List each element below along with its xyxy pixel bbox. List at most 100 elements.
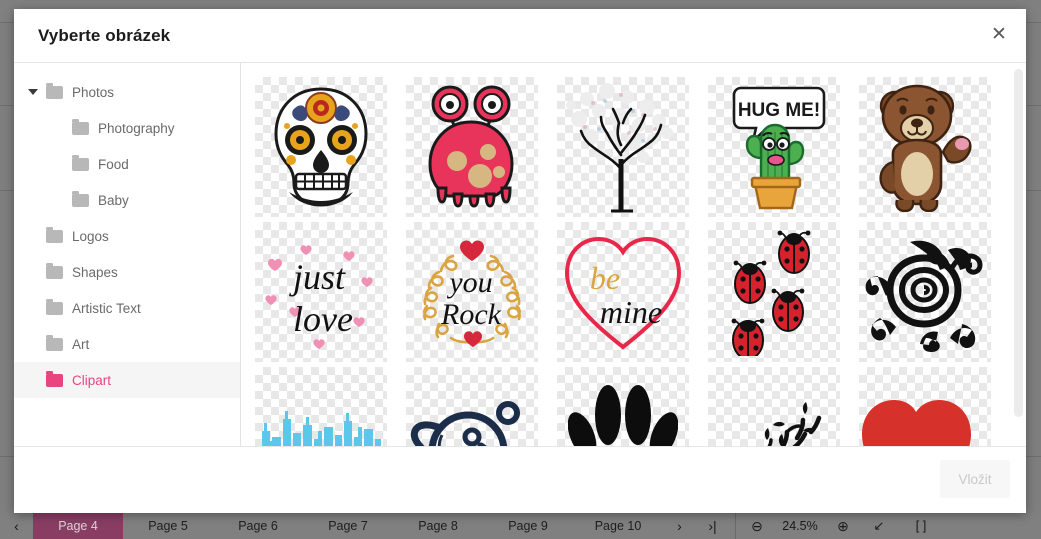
sidebar-item-label: Photos bbox=[72, 84, 115, 100]
fit-width-icon[interactable]: [ ] bbox=[900, 513, 942, 539]
sidebar-item-artistic-text[interactable]: Artistic Text bbox=[14, 290, 240, 326]
city-skyline-icon bbox=[262, 411, 381, 446]
twisty-placeholder bbox=[52, 193, 66, 207]
ladybug-3 bbox=[771, 288, 805, 332]
page-tab-page-8[interactable]: Page 8 bbox=[393, 513, 483, 539]
folder-icon bbox=[46, 226, 63, 243]
sidebar-item-label: Logos bbox=[72, 228, 109, 244]
twisty-placeholder bbox=[26, 301, 40, 315]
rock-caption: Rock bbox=[440, 298, 502, 331]
sugar-skull-icon bbox=[274, 87, 368, 207]
next-page-button[interactable]: › bbox=[663, 513, 696, 539]
status-bar: ‹ Page 4 Page 5 Page 6 Page 7 Page 8 Pag… bbox=[0, 513, 1041, 539]
sidebar-item-shapes[interactable]: Shapes bbox=[14, 254, 240, 290]
sidebar-item-logos[interactable]: Logos bbox=[14, 218, 240, 254]
just-love-lettering-icon: just love bbox=[265, 245, 373, 349]
sidebar-item-label: Baby bbox=[98, 192, 129, 208]
page-tab-page-6[interactable]: Page 6 bbox=[213, 513, 303, 539]
zoom-out-icon[interactable]: ⊖ bbox=[742, 513, 772, 539]
twisty-placeholder bbox=[26, 373, 40, 387]
ladybug-1 bbox=[777, 230, 811, 274]
be-mine-lettering-icon: be mine bbox=[564, 236, 682, 350]
sidebar-item-photography[interactable]: Photography bbox=[14, 110, 240, 146]
page-tab-page-7[interactable]: Page 7 bbox=[303, 513, 393, 539]
thumbnail-sugar-skull-clipart[interactable] bbox=[255, 77, 387, 217]
last-page-button[interactable]: ›| bbox=[696, 513, 729, 539]
red-monster-icon bbox=[428, 85, 514, 208]
zoom-level[interactable]: 24.5% bbox=[772, 513, 828, 539]
grid-scrollbar-thumb[interactable] bbox=[1014, 69, 1023, 417]
folder-icon bbox=[46, 82, 63, 99]
page-tab-page-9[interactable]: Page 9 bbox=[483, 513, 573, 539]
twisty-placeholder bbox=[26, 337, 40, 351]
ladybug-2 bbox=[733, 260, 767, 304]
sidebar-item-photos[interactable]: Photos bbox=[14, 74, 240, 110]
thumbnail-cat-on-branch-clipart[interactable] bbox=[708, 367, 840, 446]
cat-on-branch-icon bbox=[764, 402, 822, 446]
sidebar-item-clipart[interactable]: Clipart bbox=[14, 362, 240, 398]
sidebar-item-baby[interactable]: Baby bbox=[14, 182, 240, 218]
thumbnail-city-skyline-clipart[interactable] bbox=[255, 367, 387, 446]
you-caption: you bbox=[446, 266, 492, 299]
dialog-footer: Vložit bbox=[14, 446, 1026, 513]
thumbnail-pane: HUG ME! just love you Rock be mine bbox=[241, 63, 1026, 446]
page-tab-page-4[interactable]: Page 4 bbox=[33, 513, 123, 539]
blossom-tree-icon bbox=[566, 83, 673, 213]
thumbnail-red-monster-clipart[interactable] bbox=[406, 77, 538, 217]
thumbnail-red-hearts-clipart[interactable] bbox=[859, 367, 991, 446]
love-caption: love bbox=[293, 299, 353, 339]
tribal-turtle-icon bbox=[865, 240, 983, 352]
status-bar-divider bbox=[735, 513, 736, 539]
thumbnail-be-mine-lettering[interactable]: be mine bbox=[557, 222, 689, 362]
sidebar-item-label: Art bbox=[72, 336, 90, 352]
folder-icon bbox=[46, 262, 63, 279]
twisty-placeholder bbox=[26, 265, 40, 279]
grid-scrollbar[interactable] bbox=[1014, 69, 1023, 446]
sidebar-item-food[interactable]: Food bbox=[14, 146, 240, 182]
red-hearts-icon bbox=[862, 400, 971, 446]
folder-icon bbox=[46, 334, 63, 351]
folder-icon bbox=[46, 298, 63, 315]
thumbnail-planet-saturn-clipart[interactable] bbox=[406, 367, 538, 446]
waving-bear-icon bbox=[879, 84, 972, 212]
select-image-dialog: Vyberte obrázek ✕ Photos Photography Foo… bbox=[14, 9, 1026, 513]
you-rock-lettering-icon: you Rock bbox=[423, 240, 521, 347]
sidebar-item-label: Food bbox=[98, 156, 129, 172]
thumbnail-blossom-tree-clipart[interactable] bbox=[557, 77, 689, 217]
fit-page-icon[interactable]: ↙ bbox=[858, 513, 900, 539]
twisty-placeholder bbox=[52, 157, 66, 171]
sidebar-item-art[interactable]: Art bbox=[14, 326, 240, 362]
thumbnail-hug-me-cactus-clipart[interactable]: HUG ME! bbox=[708, 77, 840, 217]
zoom-in-icon[interactable]: ⊕ bbox=[828, 513, 858, 539]
folder-icon bbox=[46, 370, 63, 387]
folder-icon bbox=[72, 154, 89, 171]
folder-icon bbox=[72, 190, 89, 207]
sidebar-item-label: Clipart bbox=[72, 372, 112, 388]
folder-icon bbox=[72, 118, 89, 135]
close-icon[interactable]: ✕ bbox=[984, 20, 1014, 50]
page-tab-page-10[interactable]: Page 10 bbox=[573, 513, 663, 539]
thumbnail-waving-bear-clipart[interactable] bbox=[859, 77, 991, 217]
paw-print-icon bbox=[568, 385, 678, 446]
thumbnail-ladybugs-clipart[interactable] bbox=[708, 222, 840, 362]
twisty-placeholder bbox=[52, 121, 66, 135]
dialog-header: Vyberte obrázek ✕ bbox=[14, 9, 1026, 63]
sidebar-item-label: Artistic Text bbox=[72, 300, 141, 316]
thumbnail-tribal-turtle-clipart[interactable] bbox=[859, 222, 991, 362]
chevron-down-icon[interactable] bbox=[26, 85, 40, 99]
insert-button[interactable]: Vložit bbox=[940, 460, 1010, 498]
be-caption: be bbox=[590, 260, 620, 296]
just-caption: just bbox=[289, 257, 346, 297]
prev-page-button[interactable]: ‹ bbox=[0, 513, 33, 539]
sidebar-item-label: Shapes bbox=[72, 264, 118, 280]
thumbnail-grid: HUG ME! just love you Rock be mine bbox=[255, 77, 1012, 446]
dialog-body: Photos Photography Food Baby Logos Shape… bbox=[14, 63, 1026, 446]
thumbnail-you-rock-lettering[interactable]: you Rock bbox=[406, 222, 538, 362]
page-tab-page-5[interactable]: Page 5 bbox=[123, 513, 213, 539]
sidebar-item-label: Photography bbox=[98, 120, 175, 136]
page-title: Vyberte obrázek bbox=[38, 25, 171, 45]
thumbnail-just-love-lettering[interactable]: just love bbox=[255, 222, 387, 362]
hug-me-caption: HUG ME! bbox=[738, 100, 820, 121]
thumbnail-paw-print-clipart[interactable] bbox=[557, 367, 689, 446]
hug-me-cactus-icon: HUG ME! bbox=[732, 86, 826, 210]
